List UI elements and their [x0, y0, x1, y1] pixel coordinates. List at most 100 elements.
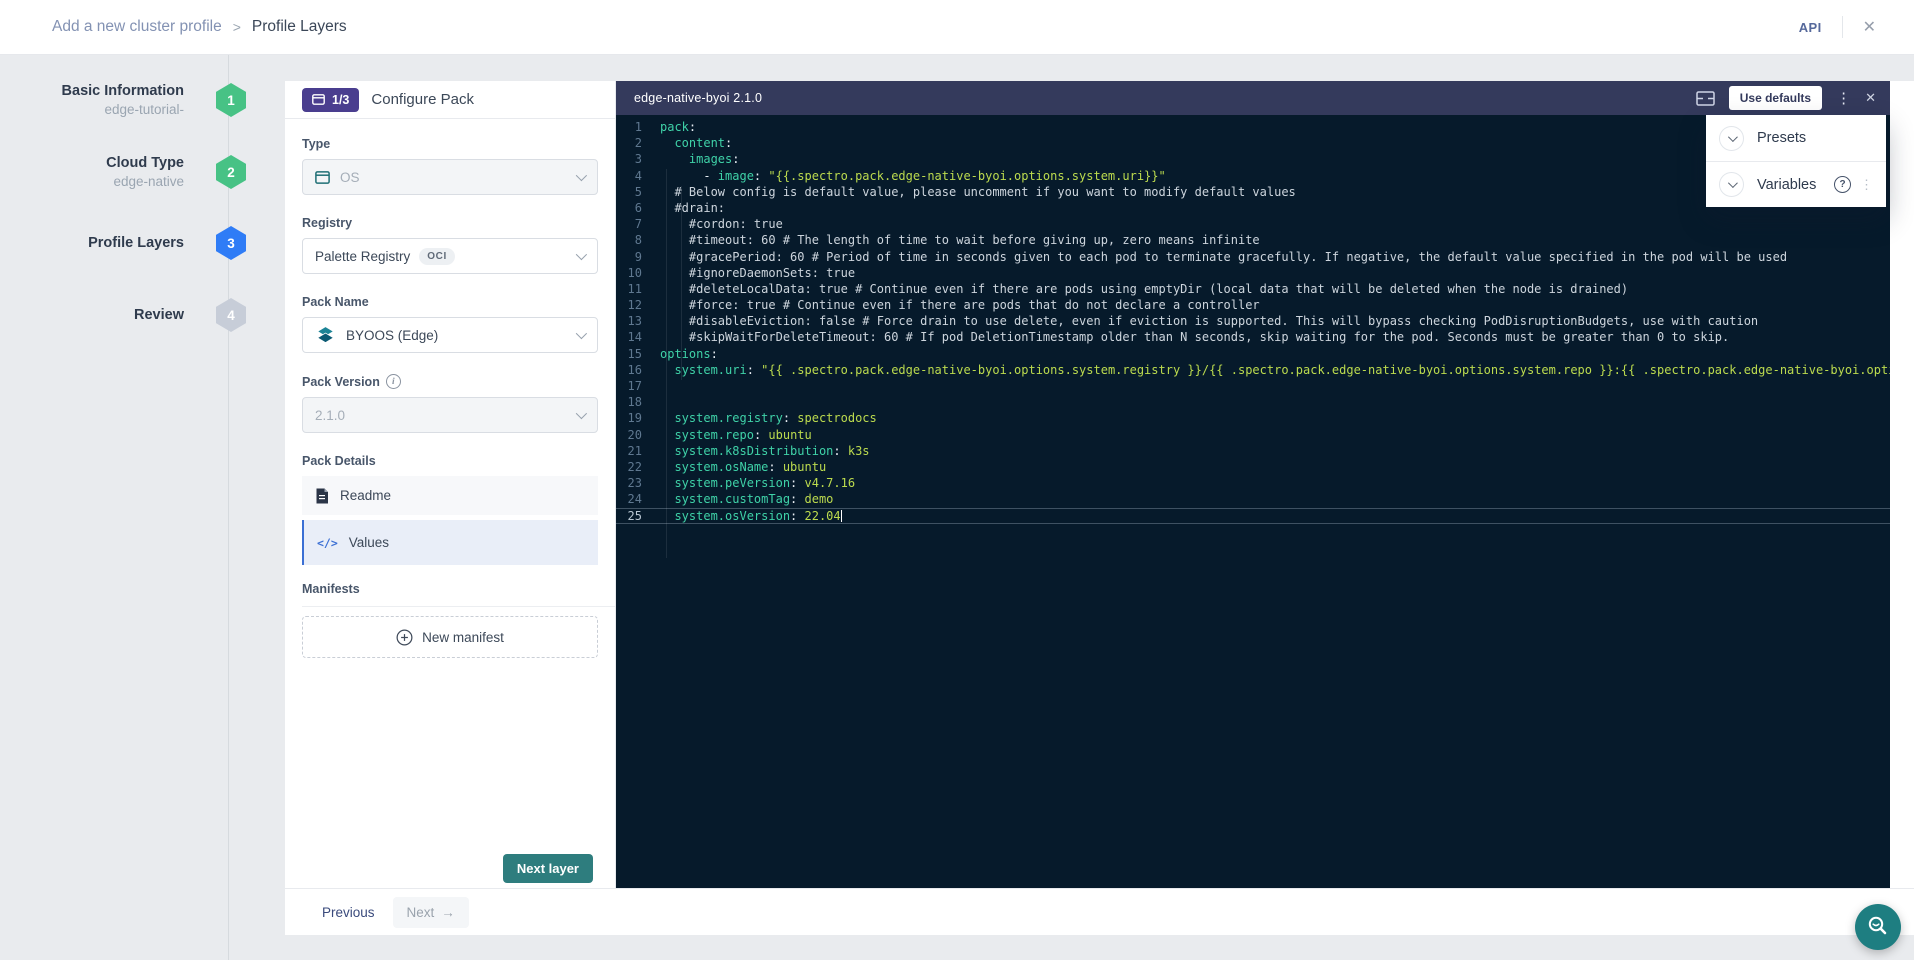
chevron-down-icon [576, 249, 587, 260]
code-line[interactable]: 11 #deleteLocalData: true # Continue eve… [616, 281, 1890, 297]
code-line[interactable]: 8 #timeout: 60 # The length of time to w… [616, 232, 1890, 248]
help-icon[interactable]: ? [1834, 176, 1851, 193]
code-line[interactable]: 20 system.repo: ubuntu [616, 427, 1890, 443]
line-number: 15 [616, 346, 660, 362]
editor-header: edge-native-byoi 2.1.0 Use defaults ⋮ ✕ [616, 81, 1890, 115]
code-line[interactable]: 19 system.registry: spectrodocs [616, 410, 1890, 426]
variables-kebab-icon[interactable]: ⋮ [1860, 177, 1873, 193]
line-content: pack: [660, 119, 696, 135]
os-icon [315, 171, 330, 184]
step-item-1[interactable]: Basic Informationedge-tutorial-1 [40, 83, 246, 117]
pack-name-label: Pack Name [302, 295, 598, 309]
editor-close-icon[interactable]: ✕ [1865, 90, 1876, 106]
code-line[interactable]: 7 #cordon: true [616, 216, 1890, 232]
code-line[interactable]: 3 images: [616, 151, 1890, 167]
code-line[interactable]: 14 #skipWaitForDeleteTimeout: 60 # If po… [616, 329, 1890, 345]
code-line[interactable]: 13 #disableEviction: false # Force drain… [616, 313, 1890, 329]
topbar-close-icon[interactable]: ✕ [1863, 17, 1876, 37]
wizard-footer: Previous Next → [285, 888, 1914, 935]
line-number: 4 [616, 168, 660, 184]
pack-version-label-text: Pack Version [302, 375, 380, 389]
values-tab[interactable]: </> Values [302, 520, 598, 565]
code-line[interactable]: 17 [616, 378, 1890, 394]
code-line[interactable]: 23 system.peVersion: v4.7.16 [616, 475, 1890, 491]
readme-doc-icon [315, 488, 329, 504]
type-value: OS [340, 170, 360, 185]
step-item-2[interactable]: Cloud Typeedge-native2 [40, 155, 246, 189]
line-content: system.registry: spectrodocs [660, 410, 877, 426]
code-icon: </> [317, 536, 338, 550]
readme-tab-label: Readme [340, 488, 391, 503]
code-line[interactable]: 6 #drain: [616, 200, 1890, 216]
line-number: 18 [616, 394, 660, 410]
registry-select[interactable]: Palette Registry OCI [302, 238, 598, 274]
presets-label: Presets [1757, 130, 1806, 146]
chevron-down-circle-icon[interactable] [1719, 126, 1744, 151]
step-item-3[interactable]: Profile Layers3 [40, 226, 246, 260]
breadcrumb-parent-link[interactable]: Add a new cluster profile [52, 18, 222, 36]
indent-guide [681, 186, 682, 380]
code-line[interactable]: 15options: [616, 346, 1890, 362]
next-button-label: Next [407, 905, 435, 920]
line-number: 5 [616, 184, 660, 200]
step-badge: 1 [216, 83, 246, 117]
code-line[interactable]: 16 system.uri: "{{ .spectro.pack.edge-na… [616, 362, 1890, 378]
line-number: 14 [616, 329, 660, 345]
topbar-divider [1842, 16, 1843, 38]
chevron-down-icon [576, 408, 587, 419]
info-icon[interactable]: i [386, 374, 401, 389]
line-number: 11 [616, 281, 660, 297]
type-label: Type [302, 137, 598, 151]
top-bar: Add a new cluster profile > Profile Laye… [0, 0, 1914, 55]
code-line[interactable]: 10 #ignoreDaemonSets: true [616, 265, 1890, 281]
line-number: 24 [616, 491, 660, 507]
code-editor-area[interactable]: 1pack:2 content:3 images:4 - image: "{{.… [616, 115, 1890, 888]
line-content: #drain: [660, 200, 725, 216]
next-layer-button[interactable]: Next layer [503, 854, 593, 883]
window-icon [312, 94, 325, 105]
line-content: - image: "{{.spectro.pack.edge-native-by… [660, 168, 1166, 184]
editor-header-actions: Use defaults ⋮ ✕ [1696, 86, 1876, 110]
stepper-connector-line [228, 55, 229, 960]
code-line[interactable]: 24 system.customTag: demo [616, 491, 1890, 507]
step-subtitle: edge-native [40, 174, 184, 189]
code-line[interactable]: 9 #gracePeriod: 60 # Period of time in s… [616, 249, 1890, 265]
type-select: OS [302, 159, 598, 195]
code-line[interactable]: 21 system.k8sDistribution: k3s [616, 443, 1890, 459]
next-button[interactable]: Next → [393, 897, 469, 928]
previous-button[interactable]: Previous [312, 897, 385, 928]
pack-name-select[interactable]: BYOOS (Edge) [302, 317, 598, 353]
api-button[interactable]: API [1799, 20, 1822, 35]
manifests-divider [302, 606, 615, 607]
line-content: #force: true # Continue even if there ar… [660, 297, 1260, 313]
code-line[interactable]: 4 - image: "{{.spectro.pack.edge-native-… [616, 168, 1890, 184]
editor-kebab-icon[interactable]: ⋮ [1836, 91, 1851, 106]
oci-badge: OCI [419, 248, 455, 265]
line-number: 16 [616, 362, 660, 378]
code-line[interactable]: 18 [616, 394, 1890, 410]
new-manifest-button[interactable]: New manifest [302, 616, 598, 658]
step-title: Review [40, 307, 184, 323]
code-line[interactable]: 25 system.osVersion: 22.04 [616, 508, 1890, 524]
variables-row[interactable]: Variables ? ⋮ [1706, 161, 1886, 207]
presets-row[interactable]: Presets [1706, 115, 1886, 161]
code-line[interactable]: 22 system.osName: ubuntu [616, 459, 1890, 475]
split-editor-icon[interactable] [1696, 91, 1715, 106]
breadcrumb-separator: > [233, 19, 241, 35]
step-item-4[interactable]: Review4 [40, 298, 246, 332]
code-line[interactable]: 12 #force: true # Continue even if there… [616, 297, 1890, 313]
variables-label: Variables [1757, 177, 1816, 193]
code-line[interactable]: 2 content: [616, 135, 1890, 151]
code-line[interactable]: 5 # Below config is default value, pleas… [616, 184, 1890, 200]
use-defaults-button[interactable]: Use defaults [1729, 86, 1822, 110]
line-number: 7 [616, 216, 660, 232]
line-content: system.osName: ubuntu [660, 459, 826, 475]
code-line[interactable]: 1pack: [616, 119, 1890, 135]
line-content: # Below config is default value, please … [660, 184, 1296, 200]
main-card: 1/3 Configure Pack Type OS Registry Pale… [285, 81, 1914, 935]
help-chat-button[interactable] [1855, 904, 1901, 950]
chevron-down-circle-icon[interactable] [1719, 172, 1744, 197]
readme-tab[interactable]: Readme [302, 476, 598, 515]
presets-variables-panel: Presets Variables ? ⋮ [1706, 115, 1886, 207]
step-labels: Cloud Typeedge-native [40, 155, 216, 189]
